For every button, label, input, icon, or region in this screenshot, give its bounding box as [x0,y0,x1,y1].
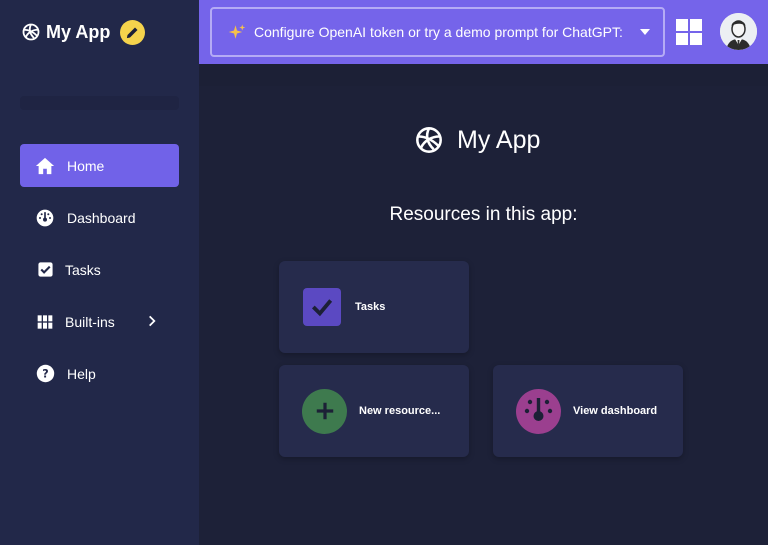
volleyball-icon [22,23,40,41]
page-title-text: My App [457,125,541,154]
resource-card-new[interactable]: New resource... [279,365,469,457]
sidebar-item-help[interactable]: ? Help [20,352,179,395]
tasks-icon [303,288,341,326]
sidebar-divider [20,96,179,110]
sidebar-item-label: Dashboard [67,209,136,226]
pencil-icon [127,27,138,38]
sidebar-item-label: Built-ins [65,313,115,330]
resource-card-tasks[interactable]: Tasks [279,261,469,353]
sidebar-item-tasks[interactable]: Tasks [20,248,179,291]
sidebar-item-builtins[interactable]: Built-ins [20,300,179,343]
prompt-text: Configure OpenAI token or try a demo pro… [254,24,623,40]
card-label: View dashboard [573,405,658,417]
resources-heading: Resources in this app: [389,204,578,225]
sidebar: My App Home Dashboard Tasks Built-ins ? … [0,0,199,545]
help-circle-icon: ? [34,363,56,385]
grid-icon [34,311,56,333]
resource-card-dashboard[interactable]: View dashboard [493,365,683,457]
page-title: My App [415,125,540,155]
edit-button[interactable] [120,19,146,45]
top-bar: Configure OpenAI token or try a demo pro… [199,0,768,64]
chevron-right-icon [149,315,156,327]
home-icon [34,155,56,177]
sidebar-item-label: Tasks [65,261,101,278]
user-avatar-icon[interactable] [720,13,757,50]
prompt-dropdown[interactable]: Configure OpenAI token or try a demo pro… [210,7,665,57]
volleyball-icon [416,127,442,153]
svg-text:?: ? [42,367,48,380]
sparkles-icon [228,24,246,39]
brand[interactable]: My App [22,19,146,45]
gauge-icon [34,207,56,229]
sidebar-item-label: Home [67,157,105,174]
brand-name: My App [46,21,111,42]
windows-grid-icon[interactable] [676,19,702,45]
card-label: Tasks [355,301,386,313]
chevron-down-icon [640,29,650,35]
plus-circle-icon [302,388,347,434]
checkbox-icon [34,259,56,281]
sidebar-item-dashboard[interactable]: Dashboard [20,196,179,239]
sidebar-item-home[interactable]: Home [20,144,179,187]
gauge-icon [516,388,561,434]
card-label: New resource... [359,405,441,417]
sidebar-item-label: Help [67,365,96,382]
